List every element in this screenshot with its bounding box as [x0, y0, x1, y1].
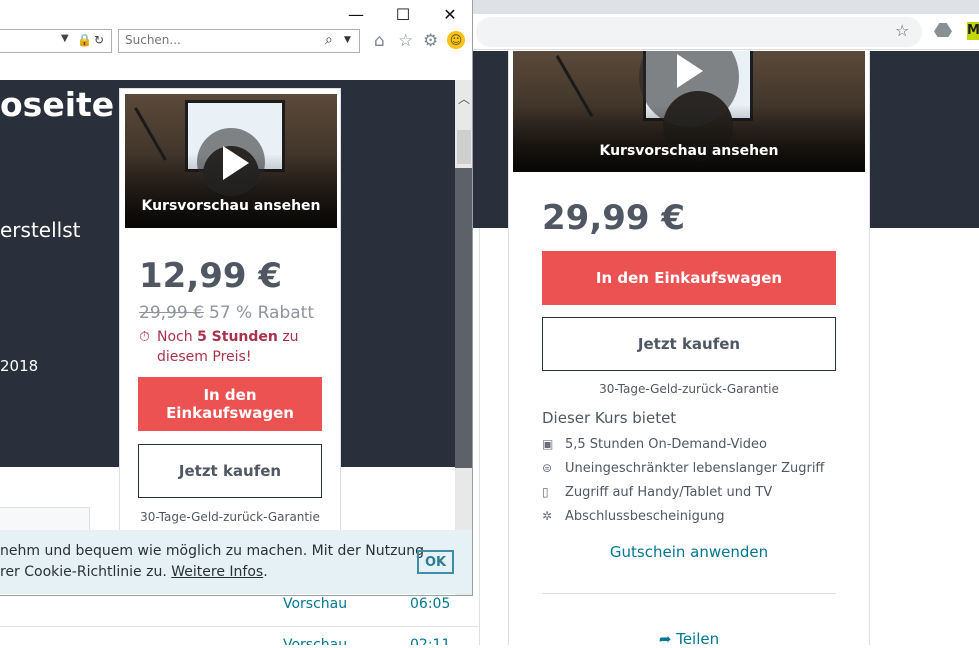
- sale-price: 12,99 €: [139, 256, 283, 296]
- last-updated: 2018: [0, 357, 39, 375]
- address-bar[interactable]: ▼ 🔒 ↻: [0, 29, 112, 53]
- guarantee-text: 30-Tage-Geld-zurück-Garantie: [599, 382, 779, 396]
- course-includes-title: Dieser Kurs bietet: [542, 409, 677, 427]
- course-subtitle: erstellst: [0, 218, 81, 242]
- cookie-banner: nehm und bequem wie möglich zu machen. M…: [0, 530, 472, 594]
- mobile-icon: ▯: [542, 485, 549, 499]
- guarantee-text: 30-Tage-Geld-zurück-Garantie: [140, 510, 320, 524]
- vertical-scrollbar[interactable]: ︿ ﹀: [455, 80, 472, 595]
- buy-now-button[interactable]: Jetzt kaufen: [138, 444, 322, 498]
- settings-icon[interactable]: ⚙: [423, 31, 438, 51]
- preview-caption: Kursvorschau ansehen: [599, 143, 779, 159]
- search-input[interactable]: [125, 33, 315, 47]
- maximize-button[interactable]: ☐: [380, 4, 426, 26]
- feature-text: 5,5 Stunden On-Demand-Video: [565, 436, 767, 452]
- cookie-text: nehm und bequem wie möglich zu machen. M…: [0, 543, 425, 559]
- scrollbar-thumb[interactable]: [457, 130, 471, 164]
- play-icon[interactable]: [197, 128, 265, 196]
- cookie-more-info-link[interactable]: Weitere Infos: [171, 564, 263, 580]
- apply-coupon-link[interactable]: Gutschein anwenden: [542, 543, 836, 561]
- cookie-text-prefix: rer Cookie-Richtlinie zu.: [0, 564, 172, 580]
- add-to-cart-button[interactable]: In den Einkaufswagen: [542, 251, 836, 305]
- original-price: 29,99 €: [139, 303, 204, 323]
- share-icon: ➦: [658, 630, 677, 648]
- lecture-preview-link[interactable]: Vorschau: [283, 596, 347, 612]
- ie-window: — ☐ ✕ ▼ 🔒 ↻ ⌕ ▼ ⌂ ☆ ⚙ ☺ oseite erstellst…: [0, 0, 473, 596]
- chrome-address-bar[interactable]: [476, 17, 922, 47]
- deal-timer: Noch 5 Stunden zu diesem Preis!: [157, 327, 327, 367]
- course-sidebar-card: Kursvorschau ansehen 12,99 € 29,99 € 57 …: [119, 88, 341, 548]
- timer-hours: 5 Stunden: [197, 329, 278, 345]
- dropdown-icon[interactable]: ▼: [61, 33, 69, 44]
- infinity-icon: ⊜: [542, 461, 553, 475]
- feature-item: ✲ Abschlussbescheinigung: [542, 504, 824, 528]
- course-title: oseite: [0, 85, 115, 124]
- lecture-duration: 06:05: [410, 596, 451, 612]
- cookie-text-line2: rer Cookie-Richtlinie zu. Weitere Infos.: [0, 564, 268, 580]
- discount-badge: 57 % Rabatt: [209, 303, 314, 323]
- title-bar: — ☐ ✕: [0, 0, 472, 28]
- feature-item: ▣ 5,5 Stunden On-Demand-Video: [542, 432, 824, 456]
- star-icon[interactable]: ☆: [895, 21, 909, 40]
- course-price: 29,99 €: [542, 198, 686, 238]
- buy-now-button[interactable]: Jetzt kaufen: [542, 317, 836, 371]
- cookie-ok-button[interactable]: OK: [417, 550, 454, 574]
- certificate-icon: ✲: [542, 509, 553, 523]
- video-icon: ▣: [542, 437, 554, 451]
- alarm-clock-icon: ⏱: [139, 329, 150, 345]
- add-to-cart-button[interactable]: In den Einkaufswagen: [138, 377, 322, 431]
- lecture-duration: 02:11: [410, 637, 451, 645]
- feature-text: Uneingeschränkter lebenslanger Zugriff: [565, 460, 825, 476]
- extension-icon[interactable]: M: [967, 22, 979, 40]
- lecture-preview-link[interactable]: Vorschau: [283, 637, 347, 645]
- lecture-row-divider: [0, 626, 478, 627]
- lock-icon: 🔒: [77, 33, 92, 47]
- scroll-up-icon[interactable]: ︿: [455, 90, 472, 110]
- search-box[interactable]: ⌕ ▼: [118, 29, 360, 53]
- feature-item: ▯ Zugriff auf Handy/Tablet und TV: [542, 480, 824, 504]
- course-preview-video[interactable]: Kursvorschau ansehen: [513, 51, 865, 172]
- home-icon[interactable]: ⌂: [374, 31, 385, 51]
- divider: [542, 593, 836, 594]
- preview-caption: Kursvorschau ansehen: [141, 198, 321, 214]
- course-preview-video[interactable]: Kursvorschau ansehen: [125, 94, 337, 228]
- page-viewport: oseite erstellst 2018 Kursvorschau anseh…: [0, 80, 455, 595]
- share-label: Teilen: [676, 630, 720, 648]
- share-link[interactable]: ➦ Teilen: [542, 630, 836, 648]
- course-includes-list: ▣ 5,5 Stunden On-Demand-Video ⊜ Uneingesch…: [542, 432, 824, 528]
- scrollbar-track[interactable]: [455, 168, 472, 468]
- search-icon[interactable]: ⌕: [325, 32, 333, 48]
- feature-text: Abschlussbescheinigung: [565, 508, 725, 524]
- curriculum-panel-edge: [473, 228, 480, 645]
- close-button[interactable]: ✕: [427, 4, 472, 26]
- feature-text: Zugriff auf Handy/Tablet und TV: [565, 484, 773, 500]
- feature-item: ⊜ Uneingeschränkter lebenslanger Zugriff: [542, 456, 824, 480]
- favorites-icon[interactable]: ☆: [398, 31, 413, 51]
- refresh-icon[interactable]: ↻: [94, 33, 104, 47]
- chevron-down-icon[interactable]: ▼: [344, 35, 351, 45]
- smiley-icon[interactable]: ☺: [447, 31, 465, 49]
- timer-prefix: Noch: [157, 329, 198, 345]
- lamp-image: [134, 107, 167, 161]
- cookie-text-suffix: .: [263, 564, 268, 580]
- minimize-button[interactable]: —: [333, 4, 379, 26]
